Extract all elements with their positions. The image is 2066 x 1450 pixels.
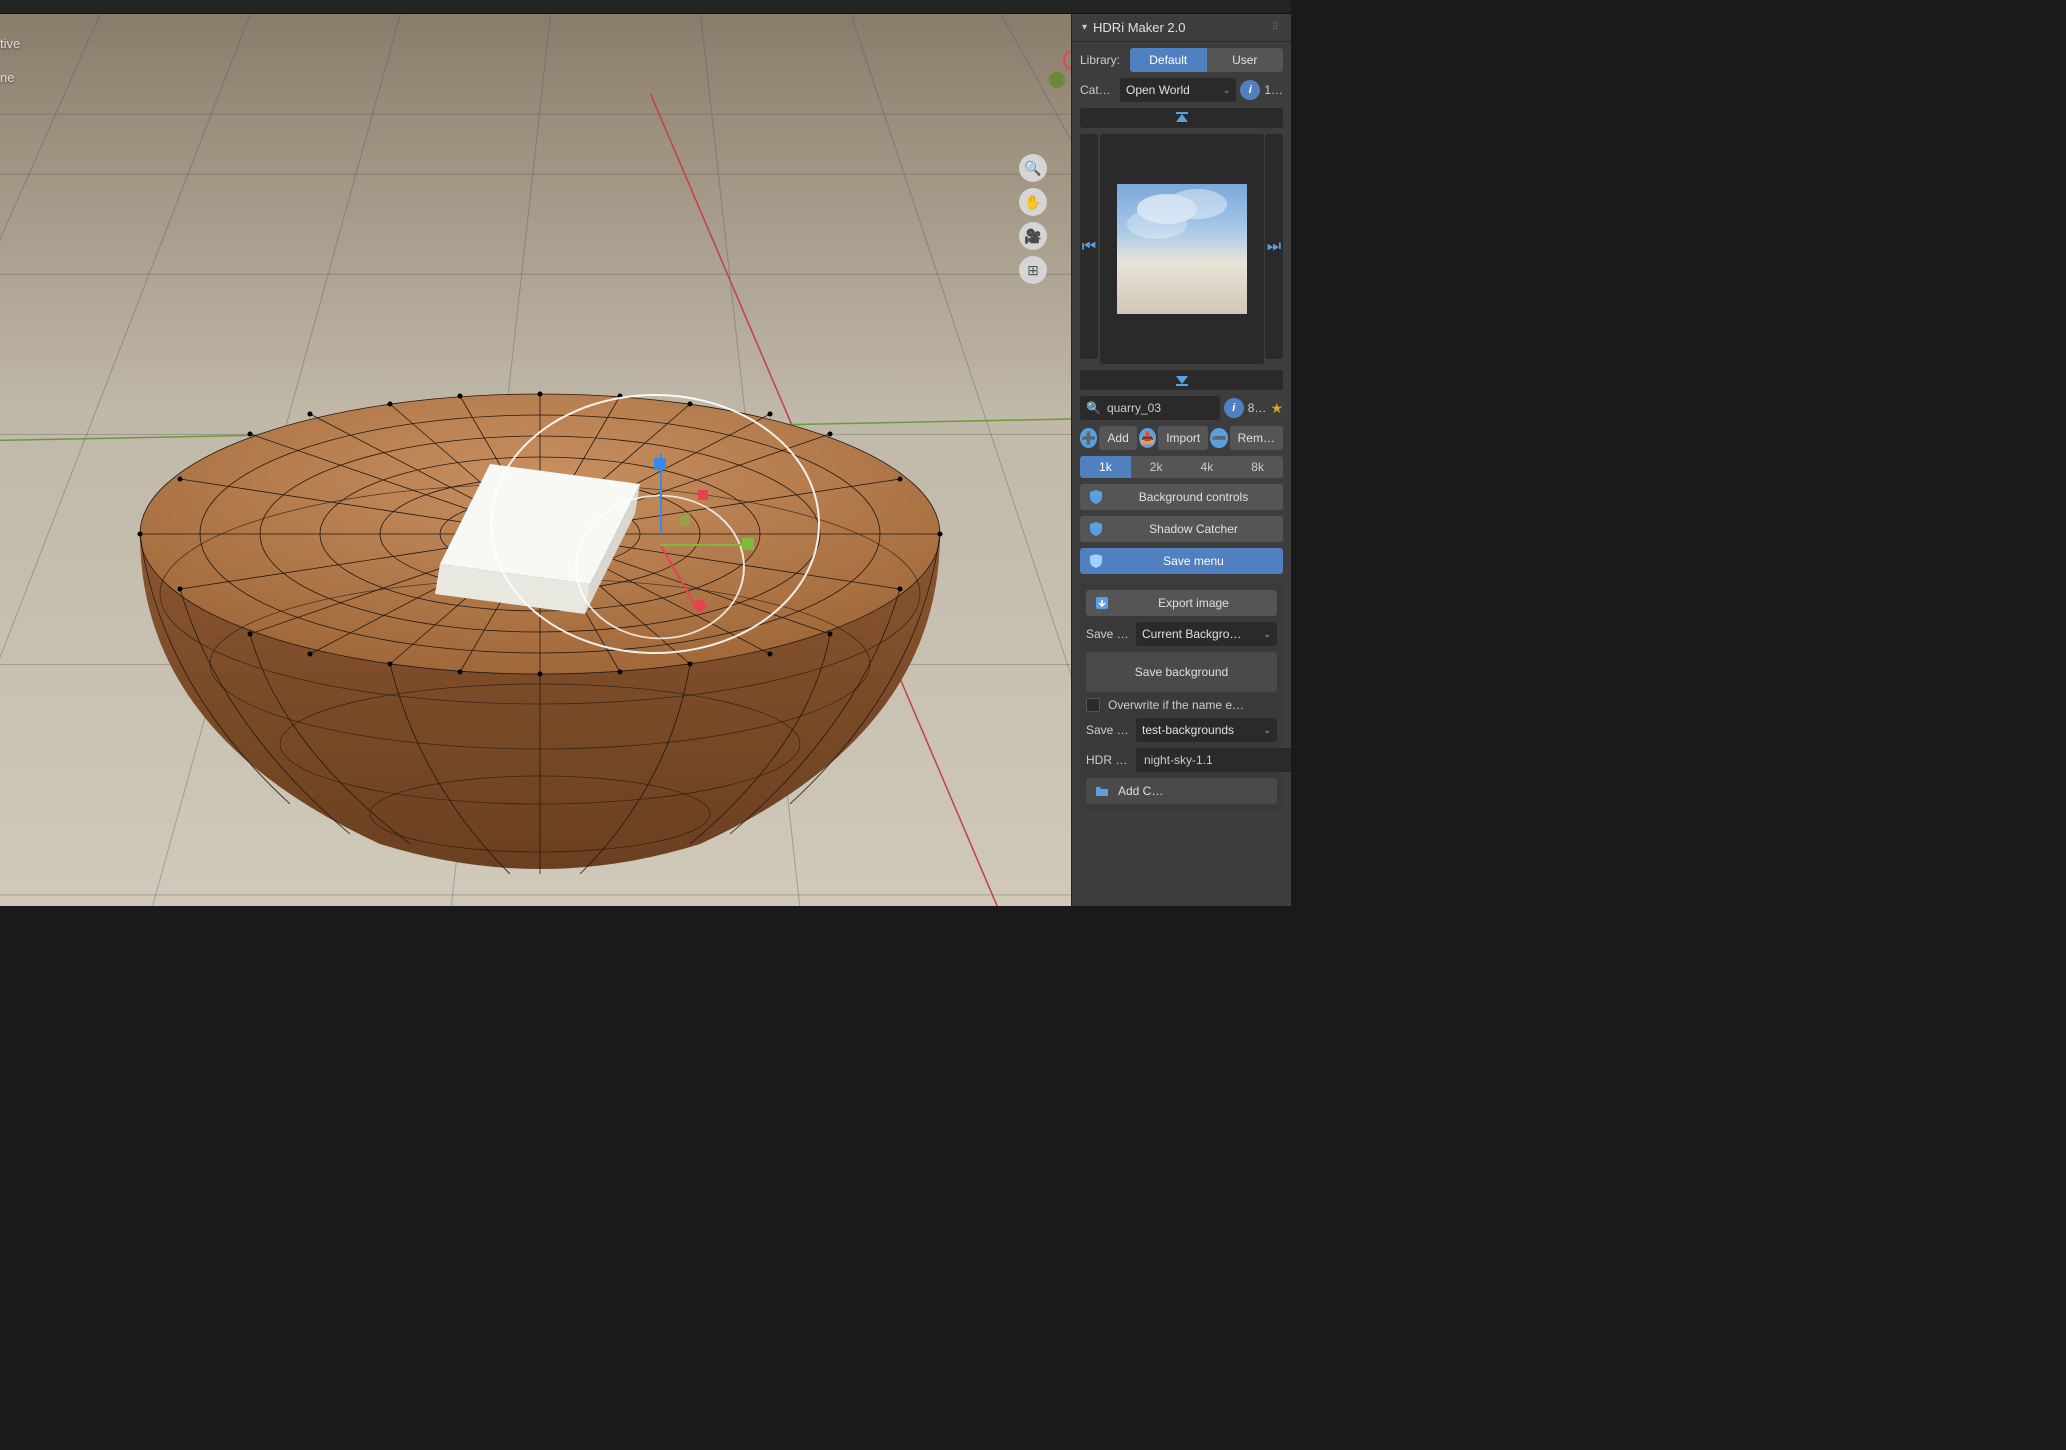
category-value: Open World — [1126, 83, 1190, 97]
chevron-down-icon: ▾ — [1082, 22, 1087, 33]
collapse-down-button[interactable] — [1080, 370, 1283, 390]
search-icon: 🔍 — [1086, 401, 1101, 415]
resolution-group: 1k 2k 4k 8k — [1080, 456, 1283, 478]
save-as-label: Save … — [1086, 627, 1132, 641]
category-dropdown[interactable]: Open World ⌄ — [1120, 78, 1236, 102]
import-button[interactable]: Import — [1158, 426, 1208, 450]
save-menu-button[interactable]: Save menu — [1080, 548, 1283, 574]
info-icon[interactable]: i — [1224, 398, 1244, 418]
next-button[interactable]: ⏭ — [1265, 134, 1283, 359]
hdr-label: HDR … — [1086, 753, 1132, 767]
favorite-icon[interactable]: ★ — [1270, 400, 1283, 417]
add-category-button[interactable]: Add C… — [1086, 778, 1277, 804]
add-icon[interactable]: ➕ — [1080, 428, 1097, 448]
sidebar-panel: ▾ HDRi Maker 2.0 ⠿ Library: Default User… — [1071, 14, 1291, 906]
checkbox-icon[interactable] — [1086, 698, 1100, 712]
hdri-preview[interactable] — [1100, 134, 1264, 364]
shadow-catcher-button[interactable]: Shadow Catcher — [1080, 516, 1283, 542]
res-4k-button[interactable]: 4k — [1182, 456, 1233, 478]
save-as-dropdown[interactable]: Current Backgro… ⌄ — [1136, 622, 1277, 646]
top-bar — [0, 0, 1291, 14]
axis-neg-y[interactable] — [1049, 72, 1065, 88]
overlay-text-1: tive — [0, 36, 20, 51]
grid-icon[interactable]: ⊞ — [1019, 256, 1047, 284]
library-label: Library: — [1080, 53, 1126, 67]
info-icon[interactable]: i — [1240, 80, 1260, 100]
overlay-text-2: ne — [0, 70, 14, 85]
import-icon[interactable]: 📥 — [1139, 428, 1156, 448]
category-count: 1… — [1264, 83, 1283, 97]
folder-icon — [1094, 783, 1110, 799]
search-badge: 8… — [1248, 401, 1267, 415]
save-background-button[interactable]: Save background — [1086, 652, 1277, 692]
collapse-up-button[interactable] — [1080, 108, 1283, 128]
panel-header[interactable]: ▾ HDRi Maker 2.0 ⠿ — [1072, 14, 1291, 42]
pan-icon[interactable]: ✋ — [1019, 188, 1047, 216]
camera-icon[interactable]: 🎥 — [1019, 222, 1047, 250]
shield-icon — [1088, 521, 1104, 537]
main-area: tive ne — [0, 14, 1291, 906]
chevron-down-icon: ⌄ — [1263, 629, 1271, 640]
library-user-button[interactable]: User — [1207, 48, 1284, 72]
add-button[interactable]: Add — [1099, 426, 1136, 450]
save-in-label: Save … — [1086, 723, 1132, 737]
search-value: quarry_03 — [1107, 401, 1161, 415]
res-1k-button[interactable]: 1k — [1080, 456, 1131, 478]
prev-button[interactable]: ⏮ — [1080, 134, 1098, 359]
save-in-dropdown[interactable]: test-backgrounds ⌄ — [1136, 718, 1277, 742]
zoom-icon[interactable]: 🔍 — [1019, 154, 1047, 182]
bowl-mesh[interactable] — [130, 384, 950, 874]
chevron-down-icon: ⌄ — [1263, 725, 1271, 736]
viewport-3d[interactable]: tive ne — [0, 14, 1071, 906]
export-image-button[interactable]: Export image — [1086, 590, 1277, 616]
res-8k-button[interactable]: 8k — [1232, 456, 1283, 478]
remove-icon[interactable]: ➖ — [1210, 428, 1227, 448]
background-controls-button[interactable]: Background controls — [1080, 484, 1283, 510]
hdr-name-input[interactable] — [1136, 748, 1291, 772]
chevron-down-icon: ⌄ — [1223, 85, 1231, 96]
res-2k-button[interactable]: 2k — [1131, 456, 1182, 478]
viewport-tools: 🔍 ✋ 🎥 ⊞ — [1019, 154, 1047, 284]
shield-icon — [1088, 489, 1104, 505]
library-default-button[interactable]: Default — [1130, 48, 1207, 72]
overwrite-checkbox[interactable]: Overwrite if the name e… — [1086, 698, 1277, 712]
panel-title: HDRi Maker 2.0 — [1093, 20, 1272, 35]
drag-handle-icon[interactable]: ⠿ — [1272, 22, 1281, 33]
preview-image — [1117, 184, 1247, 314]
search-input[interactable]: 🔍 quarry_03 — [1080, 396, 1220, 420]
export-icon — [1094, 595, 1110, 611]
remove-button[interactable]: Rem… — [1230, 426, 1283, 450]
shield-icon — [1088, 553, 1104, 569]
category-label: Cat… — [1080, 83, 1116, 97]
